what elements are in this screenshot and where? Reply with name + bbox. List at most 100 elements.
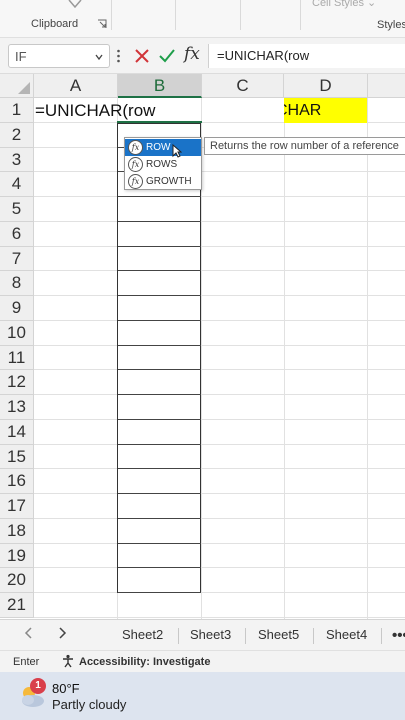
column-b-cell-border: [118, 295, 201, 296]
row-header-20[interactable]: 20: [0, 568, 34, 593]
row-header-19[interactable]: 19: [0, 543, 34, 569]
autocomplete-item-row[interactable]: fx ROW: [125, 139, 201, 156]
row-header-12[interactable]: 12: [0, 370, 34, 395]
row-header-16[interactable]: 16: [0, 469, 34, 494]
paste-icon[interactable]: [66, 0, 84, 8]
weather-condition[interactable]: Partly cloudy: [52, 697, 126, 712]
sheet-tab-sheet5[interactable]: Sheet5: [258, 627, 299, 642]
name-box[interactable]: IF: [8, 44, 110, 68]
cell-a1[interactable]: =UNICHAR(row: [35, 98, 155, 123]
column-b-cell-border: [118, 517, 201, 519]
chevron-down-icon[interactable]: [95, 53, 103, 61]
notification-badge: 1: [30, 678, 46, 694]
column-b-cell-border: [118, 344, 201, 346]
gridline: [34, 196, 405, 197]
tab-separator: [313, 628, 314, 644]
column-b-cell-border: [118, 542, 201, 544]
column-b-cell-border: [118, 443, 201, 445]
row-header-3[interactable]: 3: [0, 147, 34, 173]
ribbon-separator: [300, 0, 301, 30]
column-b-cell-border: [118, 196, 201, 197]
sheet-tab-sheet4[interactable]: Sheet4: [326, 627, 367, 642]
gridline: [34, 344, 405, 346]
column-header-e[interactable]: [368, 74, 405, 98]
cell-d1[interactable]: CHAR: [284, 98, 367, 123]
tab-separator: [178, 628, 179, 644]
column-b-cell-border: [118, 592, 201, 593]
row-header-15[interactable]: 15: [0, 444, 34, 470]
enter-check-icon[interactable]: [158, 47, 176, 65]
row-header-10[interactable]: 10: [0, 320, 34, 346]
more-sheets-button[interactable]: •••: [392, 627, 405, 644]
accessibility-icon[interactable]: [61, 654, 75, 668]
cell-mode-indicator: Enter: [13, 656, 40, 668]
chevron-left-icon[interactable]: [22, 626, 36, 640]
row-header-13[interactable]: 13: [0, 395, 34, 420]
sheet-tab-sheet2[interactable]: Sheet2: [122, 627, 163, 642]
ribbon-separator: [111, 0, 112, 30]
column-header-c[interactable]: C: [202, 74, 284, 98]
column-b-cell-border: [118, 369, 201, 371]
ribbon: Clipboard Cell Styles ⌄ Styles: [0, 0, 405, 38]
column-b-cell-border: [118, 418, 201, 420]
column-header-a[interactable]: A: [34, 74, 118, 98]
column-header-b[interactable]: B: [118, 74, 202, 98]
name-box-value: IF: [15, 49, 27, 64]
row-header-9[interactable]: 9: [0, 296, 34, 321]
ribbon-separator: [240, 0, 241, 30]
row-header-18[interactable]: 18: [0, 518, 34, 544]
gridline: [34, 443, 405, 445]
column-b-cell-border: [118, 394, 201, 395]
row-header-6[interactable]: 6: [0, 221, 34, 247]
gridline: [367, 98, 368, 619]
gridline: [34, 542, 405, 544]
function-icon: fx: [128, 174, 143, 189]
gridline: [34, 616, 405, 618]
worksheet-grid[interactable]: A B C D 1 2 3 4 5 6 7 8 9 10 11 12 13 14 15 16 17 18 19 20 2…: [0, 74, 405, 619]
autocomplete-item-growth[interactable]: fx GROWTH: [125, 173, 201, 190]
gridline: [34, 517, 405, 519]
dialog-launcher-icon[interactable]: [97, 19, 107, 29]
cell-styles-button[interactable]: Cell Styles ⌄: [312, 0, 376, 9]
status-bar: Enter Accessibility: Investigate: [0, 650, 405, 672]
cancel-icon[interactable]: [133, 47, 151, 65]
autocomplete-item-label: GROWTH: [146, 176, 192, 187]
sheet-tab-sheet3[interactable]: Sheet3: [190, 627, 231, 642]
function-icon: fx: [128, 140, 143, 155]
row-header-11[interactable]: 11: [0, 345, 34, 371]
more-options-icon[interactable]: [117, 49, 120, 63]
taskbar: 1 80°F Partly cloudy: [0, 672, 405, 720]
gridline: [34, 270, 405, 272]
function-icon: fx: [128, 157, 143, 172]
select-all-button[interactable]: [0, 74, 34, 98]
column-b-border: [117, 123, 201, 593]
cell-d1-text: CHAR: [284, 102, 322, 119]
row-header-2[interactable]: 2: [0, 122, 34, 148]
row-header-14[interactable]: 14: [0, 419, 34, 445]
gridline: [284, 98, 285, 619]
column-b-cell-border: [118, 245, 201, 247]
row-header-4[interactable]: 4: [0, 172, 34, 197]
row-header-7[interactable]: 7: [0, 246, 34, 272]
autocomplete-item-label: ROWS: [146, 159, 178, 170]
autocomplete-item-rows[interactable]: fx ROWS: [125, 156, 201, 173]
weather-temperature[interactable]: 80°F: [52, 681, 80, 696]
accessibility-status[interactable]: Accessibility: Investigate: [79, 656, 210, 668]
formula-input[interactable]: =UNICHAR(row: [208, 44, 405, 68]
gridline: [34, 369, 405, 371]
column-b-cell-border: [118, 270, 201, 272]
insert-function-icon[interactable]: fx: [184, 44, 200, 64]
mouse-pointer-icon: [172, 144, 182, 158]
row-header-17[interactable]: 17: [0, 494, 34, 519]
sheet-tab-bar: Sheet2 Sheet3 Sheet5 Sheet4 •••: [0, 619, 405, 650]
gridline: [34, 245, 405, 247]
row-header-5[interactable]: 5: [0, 197, 34, 222]
function-tooltip: Returns the row number of a reference: [204, 137, 405, 155]
gridline: [34, 295, 405, 296]
row-header-21[interactable]: 21: [0, 593, 34, 618]
chevron-right-icon[interactable]: [55, 626, 69, 640]
row-header-1[interactable]: 1: [0, 98, 34, 123]
row-header-8[interactable]: 8: [0, 271, 34, 296]
column-b-cell-border: [118, 220, 201, 222]
column-header-d[interactable]: D: [284, 74, 368, 98]
